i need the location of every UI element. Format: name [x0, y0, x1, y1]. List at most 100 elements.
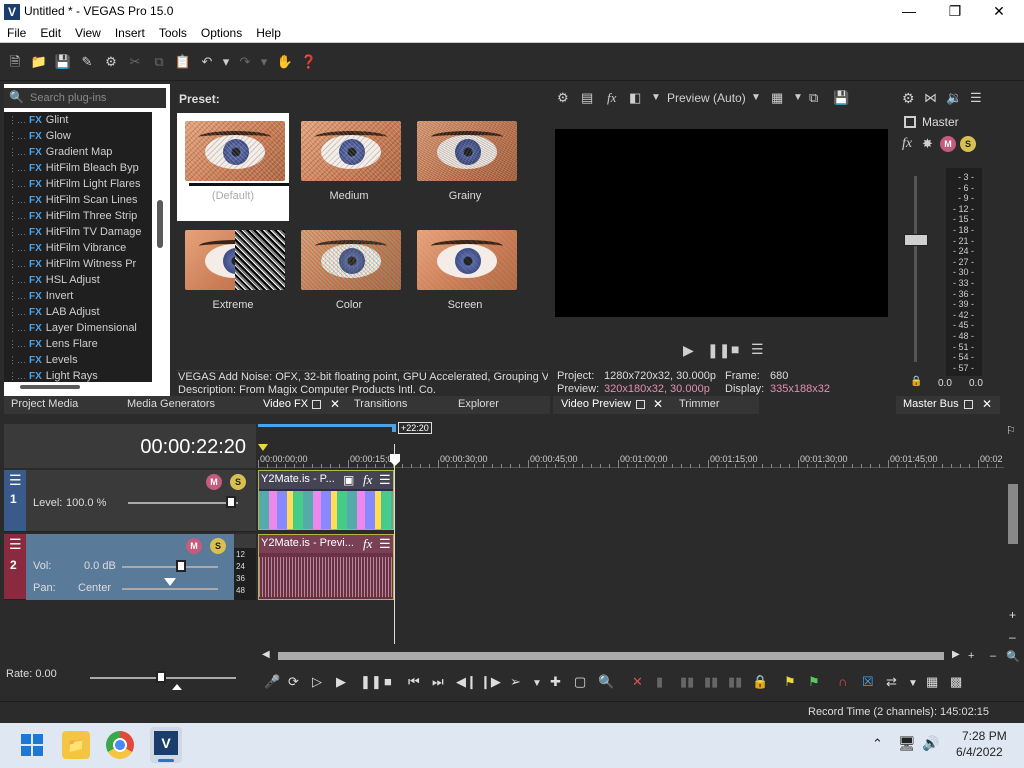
overlays-grid-icon[interactable]: ▦	[771, 90, 783, 106]
copy-snapshot-icon[interactable]: ⧉	[809, 90, 818, 106]
fx-item-lab-adjust[interactable]: ⋮… FX LAB Adjust	[8, 306, 100, 322]
event-fx-icon[interactable]: fx	[363, 536, 372, 552]
new-file-icon[interactable]: 🗎	[6, 53, 24, 71]
edit-tool-dropdown-icon[interactable]: ▼	[532, 678, 542, 689]
undock-icon[interactable]	[636, 400, 645, 409]
preset-medium[interactable]: Medium	[293, 113, 405, 221]
rate-slider-knob[interactable]	[156, 671, 166, 683]
show-hidden-icons-icon[interactable]: ⌃	[872, 736, 883, 752]
fader-lock-icon[interactable]: 🔒	[910, 376, 922, 387]
preview-menu-icon[interactable]: ☰	[751, 341, 764, 358]
pause-icon[interactable]: ❚❚	[360, 674, 382, 690]
save-icon[interactable]: 💾	[54, 53, 72, 71]
undock-icon[interactable]	[964, 400, 973, 409]
fx-item-glow[interactable]: ⋮… FX Glow	[8, 130, 71, 146]
fx-item-hsl-adjust[interactable]: ⋮… FX HSL Adjust	[8, 274, 100, 290]
loop-region-bar[interactable]	[258, 424, 396, 427]
close-tab-icon[interactable]: ✕	[653, 397, 663, 411]
fx-item-hitfilm-three-strip[interactable]: ⋮… FX HitFilm Three Strip	[8, 210, 137, 226]
hscrollbar-thumb[interactable]	[20, 385, 80, 389]
track-header-audio[interactable]: ☰ 2 M S Vol: 0.0 dB Pan: Center 12 24 36…	[4, 534, 256, 600]
hand-tool-icon[interactable]: ✋	[276, 53, 294, 71]
undo-dropdown-icon[interactable]: ▾	[217, 53, 235, 71]
preset-screen[interactable]: Screen	[409, 222, 521, 330]
mixer-sliders-icon[interactable]: ☰	[970, 90, 982, 106]
tab-transitions[interactable]: Transitions	[354, 398, 407, 410]
preview-quality-dropdown[interactable]: Preview (Auto)	[667, 91, 746, 105]
stop-icon[interactable]: ■	[384, 674, 392, 689]
search-plugins-field[interactable]: 🔍 Search plug-ins	[4, 88, 166, 108]
marker-icon[interactable]: ⚐	[1006, 424, 1016, 437]
paste-icon[interactable]: 📋	[174, 53, 192, 71]
downmix-icon[interactable]: ⋈	[924, 90, 937, 106]
tab-master-bus[interactable]: Master Bus	[903, 398, 959, 410]
automation-gear-icon[interactable]: ✸	[922, 136, 933, 152]
video-preview-screen[interactable]	[555, 129, 888, 317]
redo-dropdown-icon[interactable]: ▾	[255, 53, 273, 71]
zoom-out-time-icon[interactable]: –	[990, 650, 996, 662]
track-menu-icon[interactable]: ☰	[9, 472, 22, 489]
fx-item-layer-dimensional[interactable]: ⋮… FX Layer Dimensional	[8, 322, 137, 338]
fx-item-hitfilm-vibrance[interactable]: ⋮… FX HitFilm Vibrance	[8, 242, 126, 258]
insert-marker-icon[interactable]: ⚑	[784, 674, 796, 690]
menu-help[interactable]: Help	[249, 24, 288, 40]
trim-icon[interactable]: ▮	[656, 674, 663, 690]
master-gear-icon[interactable]: ⚙	[902, 90, 915, 107]
pan-slider-knob[interactable]	[164, 578, 176, 586]
vegas-taskbar-button[interactable]: V	[150, 727, 182, 763]
redo-icon[interactable]: ↷	[236, 53, 254, 71]
solo-icon[interactable]: S	[210, 538, 226, 554]
menu-file[interactable]: File	[0, 24, 33, 40]
copy-icon[interactable]: ⧉	[150, 53, 168, 71]
close-button[interactable]: ✕	[976, 0, 1022, 24]
video-clip[interactable]: Y2Mate.is - P... ▣ fx ☰	[258, 470, 394, 530]
master-fx-icon[interactable]: fx	[902, 136, 912, 152]
event-pan-crop-icon[interactable]: ▣	[343, 473, 354, 487]
chrome-browser-icon[interactable]	[106, 731, 134, 759]
volume-icon[interactable]: 🔊	[922, 735, 939, 752]
fx-list-hscrollbar[interactable]	[4, 382, 168, 394]
maximize-button[interactable]: ❐	[932, 0, 978, 24]
fx-item-glint[interactable]: ⋮… FX Glint	[8, 114, 68, 130]
master-fader-knob[interactable]	[904, 234, 928, 246]
scroll-right-icon[interactable]: ▶	[952, 649, 960, 660]
record-icon[interactable]: 🎤	[264, 674, 280, 690]
preset-color[interactable]: Color	[293, 222, 405, 330]
time-ruler[interactable]: 00:00:00;00 00:00:15;00 00:00:30;00 00:00:4…	[258, 444, 1004, 468]
play-icon[interactable]: ▶	[683, 342, 694, 359]
split-icon[interactable]: ▮▮	[728, 674, 742, 690]
fx-item-levels[interactable]: ⋮… FX Levels	[8, 354, 78, 370]
mute-icon[interactable]: M	[206, 474, 222, 490]
undo-icon[interactable]: ↶	[198, 53, 216, 71]
fx-item-hitfilm-witness-protection[interactable]: ⋮… FX HitFilm Witness Pr	[8, 258, 136, 274]
open-folder-icon[interactable]: 📁	[30, 53, 48, 71]
level-slider-knob[interactable]	[226, 496, 236, 508]
fx-list-scrollbar[interactable]	[152, 112, 168, 382]
minimize-button[interactable]: —	[886, 0, 932, 24]
playhead-cursor[interactable]	[394, 444, 395, 644]
vscroll-thumb[interactable]	[1008, 484, 1018, 544]
trim-end-icon[interactable]: ▮▮	[704, 674, 718, 690]
event-fx-icon[interactable]: fx	[363, 472, 372, 488]
vol-slider-knob[interactable]	[176, 560, 186, 572]
video-output-fx-icon[interactable]: fx	[607, 90, 616, 106]
stop-icon[interactable]: ■	[731, 341, 739, 357]
delete-icon[interactable]: ✕	[632, 674, 643, 690]
file-explorer-icon[interactable]: 📁	[62, 731, 90, 759]
menu-tools[interactable]: Tools	[152, 24, 194, 40]
scroll-left-icon[interactable]: ◀	[262, 649, 270, 660]
render-as-icon[interactable]: ✎	[78, 53, 96, 71]
lock-icon[interactable]: 🔒	[752, 674, 768, 690]
fx-item-light-rays[interactable]: ⋮… FX Light Rays	[8, 370, 98, 382]
save-snapshot-icon[interactable]: 💾	[833, 90, 849, 106]
zoom-tool-icon[interactable]: 🔍	[598, 674, 614, 690]
split-screen-icon[interactable]: ◧	[629, 90, 641, 106]
solo-icon[interactable]: S	[960, 136, 976, 152]
close-tab-icon[interactable]: ✕	[982, 397, 992, 411]
audio-clip[interactable]: Y2Mate.is - Previ... fx ☰	[258, 534, 394, 600]
close-tab-icon[interactable]: ✕	[330, 397, 340, 411]
clip-menu-icon[interactable]: ☰	[379, 536, 391, 552]
menu-view[interactable]: View	[68, 24, 108, 40]
zoom-in-vertical-icon[interactable]: +	[1009, 608, 1016, 622]
previous-frame-icon[interactable]: ◀❙	[456, 674, 477, 690]
